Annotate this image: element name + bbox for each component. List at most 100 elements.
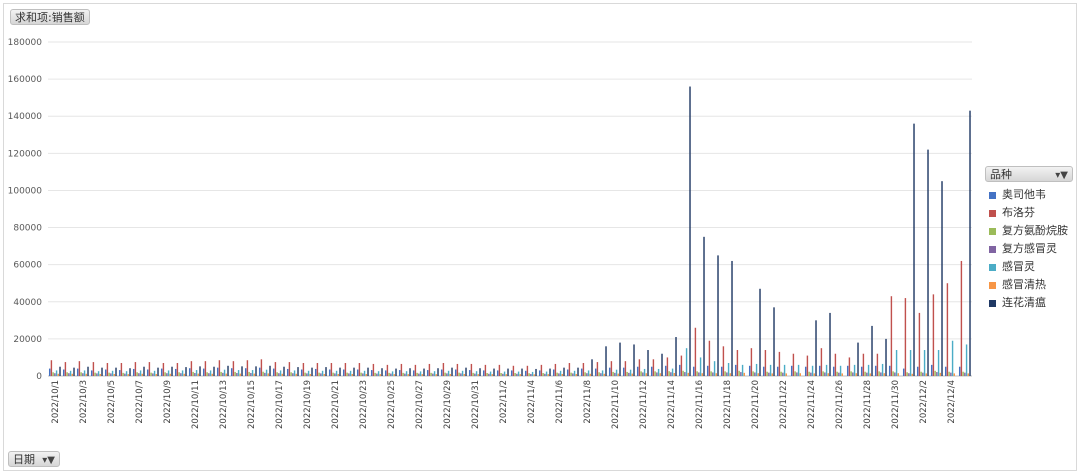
bar xyxy=(547,374,549,376)
bar xyxy=(782,372,784,376)
bar xyxy=(251,370,254,376)
bar xyxy=(785,373,787,376)
bar xyxy=(944,366,947,376)
bar xyxy=(670,372,672,376)
bar xyxy=(558,373,560,376)
bar xyxy=(246,360,249,376)
bar xyxy=(456,363,459,376)
bar xyxy=(614,372,616,376)
bar xyxy=(636,366,639,376)
legend-swatch xyxy=(989,192,996,199)
axis-field-button[interactable]: 日期 ▾▼ xyxy=(8,451,60,467)
bar xyxy=(106,363,109,376)
bar xyxy=(430,372,432,376)
bar xyxy=(951,340,954,376)
bar xyxy=(468,370,471,376)
bar xyxy=(80,372,82,376)
bar xyxy=(195,370,198,376)
y-tick-label: 40000 xyxy=(13,298,42,308)
bar xyxy=(589,373,591,376)
bar xyxy=(138,373,140,376)
filter-icon[interactable]: ▾▼ xyxy=(1055,168,1068,184)
bar xyxy=(260,359,263,376)
bar xyxy=(493,368,495,376)
bar xyxy=(474,373,476,376)
bar xyxy=(414,364,417,376)
bar xyxy=(379,374,381,376)
legend-label: 复方感冒灵 xyxy=(1002,242,1057,255)
legend-swatch xyxy=(989,264,996,271)
bar xyxy=(477,374,479,376)
bar xyxy=(454,369,457,376)
bar xyxy=(160,368,163,376)
bar xyxy=(857,342,859,376)
bar xyxy=(617,373,619,376)
x-tick-label: 2022/12/2 xyxy=(919,380,929,424)
axis-field-label: 日期 xyxy=(13,453,35,466)
bar xyxy=(783,364,786,376)
bar xyxy=(895,350,898,376)
bar xyxy=(545,371,548,376)
bar xyxy=(241,366,243,376)
bar xyxy=(398,370,401,376)
bar xyxy=(388,372,390,376)
bar xyxy=(292,373,294,376)
bar xyxy=(519,374,521,376)
bar xyxy=(372,363,375,376)
bar xyxy=(306,373,308,376)
filter-icon[interactable]: ▾▼ xyxy=(42,453,55,469)
bar xyxy=(358,363,361,376)
bar xyxy=(755,363,758,376)
bar xyxy=(820,348,823,376)
bar xyxy=(332,372,334,376)
bar xyxy=(269,365,271,376)
x-tick-label: 2022/10/9 xyxy=(163,380,173,424)
bar xyxy=(48,368,51,376)
bar xyxy=(335,370,338,376)
bar xyxy=(432,373,434,376)
bar xyxy=(577,367,579,376)
bar xyxy=(624,361,627,376)
bar xyxy=(591,359,593,376)
bar xyxy=(344,363,347,376)
bar xyxy=(363,370,366,376)
bar xyxy=(139,370,142,376)
bar xyxy=(668,371,670,376)
x-tick-label: 2022/10/17 xyxy=(275,380,285,429)
bar xyxy=(759,288,761,376)
bar xyxy=(685,348,688,376)
bar xyxy=(722,346,725,376)
legend-item: 感冒灵 xyxy=(988,258,1068,276)
bar xyxy=(804,366,807,376)
bar xyxy=(582,363,585,376)
x-tick-label: 2022/11/24 xyxy=(807,380,817,429)
bar xyxy=(731,260,733,376)
bar xyxy=(689,86,691,376)
bar xyxy=(512,365,515,376)
bar xyxy=(766,371,768,376)
bar xyxy=(848,357,851,376)
y-tick-label: 140000 xyxy=(8,112,43,122)
bar xyxy=(666,357,669,376)
bar xyxy=(673,373,675,376)
bar xyxy=(950,372,952,376)
y-tick-label: 160000 xyxy=(8,75,43,85)
bar xyxy=(274,362,277,376)
legend-field-button[interactable]: 品种 ▾▼ xyxy=(985,166,1073,182)
legend-swatch xyxy=(989,246,996,253)
legend: 奥司他韦 布洛芬 复方氨酚烷胺 复方感冒灵 感冒灵 感冒清热 连花清瘟 xyxy=(988,186,1068,312)
bar xyxy=(248,371,250,376)
bar xyxy=(561,373,563,376)
bar xyxy=(727,363,730,376)
bar xyxy=(311,367,313,376)
bar xyxy=(293,370,296,376)
bar xyxy=(533,374,535,376)
bar xyxy=(790,365,793,376)
bar xyxy=(129,368,131,376)
bar xyxy=(902,368,905,376)
bar xyxy=(185,367,187,376)
bar xyxy=(482,370,485,376)
bar xyxy=(797,364,800,376)
bar xyxy=(764,350,767,376)
bar xyxy=(349,370,352,376)
